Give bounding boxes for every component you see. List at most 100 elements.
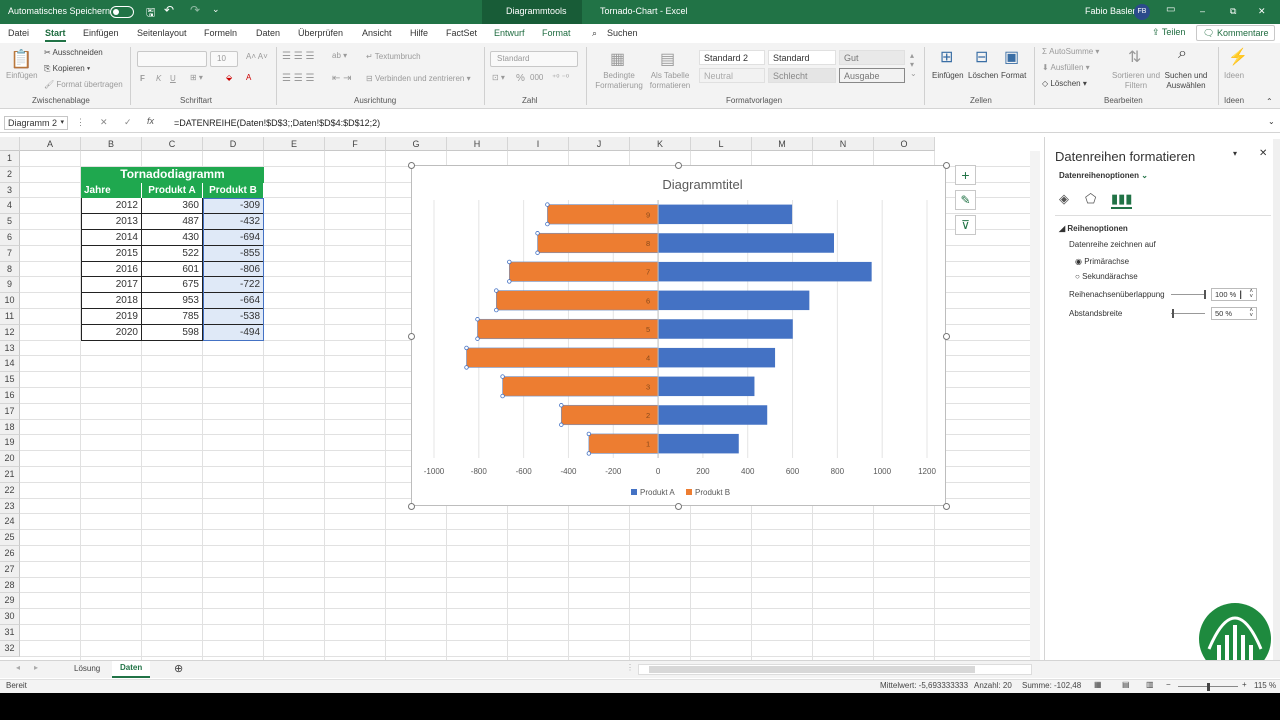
bar-produkt-a[interactable]	[658, 319, 793, 339]
bar-produkt-b[interactable]	[495, 290, 659, 311]
resize-handle[interactable]	[943, 162, 950, 169]
resize-handle[interactable]	[408, 503, 415, 510]
effects-icon[interactable]: ⬠	[1085, 191, 1096, 207]
row-header-19[interactable]: 19	[0, 435, 20, 452]
share-button[interactable]: ⇪ Teilen	[1146, 25, 1191, 41]
insert-cells-button[interactable]: Einfügen	[932, 71, 964, 80]
row-header-4[interactable]: 4	[0, 198, 20, 215]
column-header-j[interactable]: J	[569, 137, 630, 151]
style-standard-2[interactable]: Standard 2	[699, 50, 765, 65]
row-header-25[interactable]: 25	[0, 530, 20, 546]
font-size-select[interactable]: 10	[210, 51, 238, 67]
row-header-14[interactable]: 14	[0, 356, 20, 373]
primary-axis-radio[interactable]: ◉ Primärachse	[1075, 257, 1129, 266]
underline-button[interactable]: U	[170, 74, 176, 83]
collapse-ribbon-icon[interactable]: ⌃	[1266, 97, 1273, 106]
tab-entwurf[interactable]: Entwurf	[494, 28, 525, 38]
resize-handle[interactable]	[675, 503, 682, 510]
currency-icon[interactable]: ⊡ ▾	[492, 73, 505, 82]
number-format-select[interactable]: Standard	[490, 51, 578, 67]
undo-icon[interactable]: ↶	[164, 3, 174, 17]
row-header-12[interactable]: 12	[0, 324, 20, 341]
table-cell[interactable]: 2015	[81, 245, 142, 262]
name-box[interactable]: Diagramm 2 ▾	[4, 116, 68, 130]
row-header-30[interactable]: 30	[0, 609, 20, 625]
table-header[interactable]: Jahre	[81, 182, 142, 199]
table-cell[interactable]: 2016	[81, 261, 142, 278]
overlap-slider[interactable]	[1171, 294, 1205, 295]
vertical-scrollbar[interactable]	[1030, 151, 1040, 660]
table-cell[interactable]: 598	[142, 324, 203, 341]
chart-area[interactable]: Diagrammtitel -1000 -800 -600 -400 -200 0 200 40…	[411, 165, 946, 506]
table-header[interactable]: Produkt B	[203, 182, 264, 199]
row-header-23[interactable]: 23	[0, 498, 20, 515]
decimal-icon[interactable]: ⁺⁰ ⁻⁰	[552, 73, 569, 82]
row-header-11[interactable]: 11	[0, 309, 20, 325]
sheet-next-icon[interactable]: ▸	[34, 663, 38, 672]
align-left-icon[interactable]: ☰ ☰ ☰	[282, 73, 314, 84]
chart-elements-button[interactable]: +	[955, 165, 976, 185]
table-cell[interactable]: 2013	[81, 214, 142, 230]
row-header-7[interactable]: 7	[0, 245, 20, 262]
bar-produkt-a[interactable]	[658, 405, 768, 425]
table-cell[interactable]: 2020	[81, 324, 142, 341]
row-header-15[interactable]: 15	[0, 372, 20, 388]
tornado-chart[interactable]: Diagrammtitel -1000 -800 -600 -400 -200 0 200 40…	[412, 166, 947, 507]
row-header-29[interactable]: 29	[0, 593, 20, 610]
zoom-in-icon[interactable]: +	[1242, 680, 1247, 689]
resize-handle[interactable]	[943, 503, 950, 510]
row-header-17[interactable]: 17	[0, 403, 20, 420]
autosum-button[interactable]: Σ AutoSumme ▾	[1042, 47, 1099, 56]
tab-daten[interactable]: Daten	[256, 28, 280, 38]
cut-button[interactable]: ✂ Ausschneiden	[44, 48, 103, 57]
row-header-21[interactable]: 21	[0, 467, 20, 483]
orientation-icon[interactable]: ab ▾	[332, 51, 347, 60]
tab-format[interactable]: Format	[542, 28, 571, 38]
tab-ueberpruefen[interactable]: Überprüfen	[298, 28, 343, 38]
series-options-icon[interactable]: ▮▮▮	[1111, 191, 1133, 209]
ideas-button[interactable]: Ideen	[1224, 71, 1244, 80]
fill-line-icon[interactable]: ◈	[1059, 191, 1069, 207]
gap-slider-thumb[interactable]	[1172, 309, 1174, 318]
select-all-corner[interactable]	[0, 137, 20, 151]
pane-close-button[interactable]: ✕	[1259, 148, 1267, 159]
chart-title[interactable]: Diagrammtitel	[662, 177, 742, 192]
legend-label-produkt-b[interactable]: Produkt B	[695, 488, 730, 497]
format-as-table-button[interactable]: Als Tabelle formatieren	[646, 71, 694, 91]
overlap-input[interactable]: 100 % ˄ ˅	[1211, 288, 1257, 301]
bar-produkt-a[interactable]	[658, 347, 776, 368]
format-painter-button[interactable]: 🖌 Format übertragen	[44, 80, 123, 89]
row-header-27[interactable]: 27	[0, 561, 20, 578]
fill-button[interactable]: ⬇ Ausfüllen ▾	[1042, 63, 1090, 72]
bar-produkt-b[interactable]	[477, 318, 659, 340]
bar-produkt-a[interactable]	[658, 433, 739, 454]
gap-width-input[interactable]: 50 % ˄ ˅	[1211, 307, 1257, 320]
font-color-icon[interactable]: A	[246, 73, 251, 82]
table-cell[interactable]: 953	[142, 293, 203, 309]
italic-button[interactable]: K	[156, 74, 161, 83]
font-family-select[interactable]	[137, 51, 207, 67]
merge-button[interactable]: ⊟ Verbinden und zentrieren ▾	[366, 74, 471, 83]
restore-button[interactable]: ⧉	[1230, 6, 1236, 17]
column-header-c[interactable]: C	[142, 137, 203, 151]
row-header-5[interactable]: 5	[0, 214, 20, 230]
resize-handle[interactable]	[408, 162, 415, 169]
table-cell[interactable]: 360	[142, 198, 203, 215]
bar-produkt-b[interactable]	[502, 376, 659, 397]
bar-produkt-a[interactable]	[658, 376, 755, 397]
row-header-3[interactable]: 3	[0, 182, 20, 199]
row-header-16[interactable]: 16	[0, 388, 20, 404]
wrap-text-button[interactable]: ↵ Textumbruch	[366, 52, 421, 61]
tab-hilfe[interactable]: Hilfe	[410, 28, 428, 38]
row-header-32[interactable]: 32	[0, 640, 20, 657]
column-header-f[interactable]: F	[325, 137, 386, 151]
secondary-axis-radio[interactable]: ○ Sekundärachse	[1075, 272, 1138, 281]
ribbon-display-icon[interactable]: ▭	[1166, 4, 1175, 15]
table-cell[interactable]: 522	[142, 245, 203, 262]
column-header-d[interactable]: D	[203, 137, 264, 151]
zoom-level[interactable]: 115 %	[1254, 681, 1276, 690]
resize-handle[interactable]	[943, 333, 950, 340]
minimize-button[interactable]: –	[1200, 6, 1205, 16]
normal-view-icon[interactable]: ▦	[1094, 680, 1102, 689]
copy-button[interactable]: ⎘ Kopieren ▾	[44, 64, 90, 74]
